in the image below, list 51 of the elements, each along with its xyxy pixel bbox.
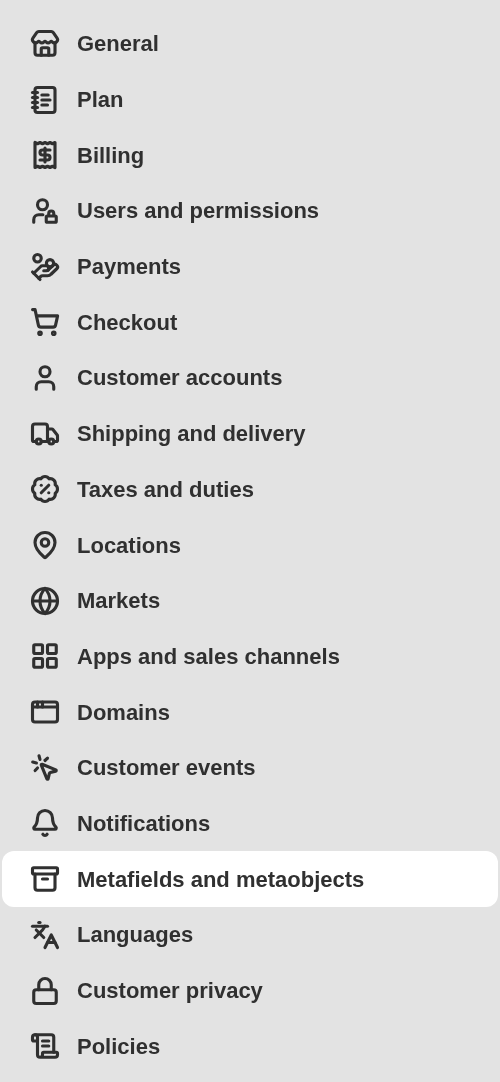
menu-item[interactable]: Customer accounts (2, 350, 498, 406)
menu-label: Markets (77, 587, 161, 616)
menu-label: General (77, 30, 159, 59)
menu-item[interactable]: Payments (2, 238, 498, 295)
cursor-click-icon (30, 752, 60, 783)
menu-item[interactable]: Domains (2, 684, 498, 740)
menu-label: Domains (77, 698, 170, 727)
menu-label: Metafields and metaobjects (77, 865, 365, 894)
menu-item[interactable]: Markets (2, 572, 498, 629)
translate-icon (30, 919, 60, 950)
scroll-icon (30, 1031, 60, 1062)
menu-label: Billing (77, 141, 145, 170)
menu-label: Customer accounts (77, 364, 283, 393)
menu-item[interactable]: Users and permissions (2, 183, 498, 239)
box-icon (30, 864, 60, 895)
menu-item[interactable]: Notifications (2, 795, 498, 852)
menu-label: Customer privacy (77, 977, 263, 1006)
notebook-icon (30, 84, 60, 115)
menu-item[interactable]: Apps and sales channels (2, 628, 498, 685)
lock-icon (30, 975, 60, 1006)
menu-item[interactable]: Plan (2, 71, 498, 128)
menu-label: Checkout (77, 308, 178, 337)
menu-label: Apps and sales channels (77, 642, 340, 671)
menu-item[interactable]: Checkout (2, 294, 498, 351)
menu-item[interactable]: Locations (2, 517, 498, 573)
receipt-icon (30, 140, 60, 171)
store-icon (30, 28, 60, 59)
menu-label: Shipping and delivery (77, 420, 306, 449)
menu-label: Customer events (77, 754, 256, 783)
menu-item[interactable]: Billing (2, 127, 498, 184)
menu-label: Payments (77, 253, 181, 282)
menu-item[interactable]: Policies (2, 1018, 498, 1075)
menu-label: Notifications (77, 809, 211, 838)
cart-icon (30, 307, 60, 338)
menu-item[interactable]: Metafields and metaobjects (2, 851, 498, 907)
menu-label: Plan (77, 86, 124, 115)
menu-label: Taxes and duties (77, 475, 254, 504)
menu-item[interactable]: Customer privacy (2, 962, 498, 1019)
menu-label: Policies (77, 1032, 161, 1061)
menu-label: Locations (77, 531, 181, 560)
menu-item[interactable]: Languages (2, 907, 498, 963)
menu-item[interactable]: General (2, 16, 498, 72)
menu-item[interactable]: Customer events (2, 739, 498, 796)
menu-label: Users and permissions (77, 197, 320, 226)
bell-icon (30, 808, 60, 839)
map-pin-icon (30, 530, 60, 561)
apps-grid-icon (30, 641, 60, 672)
user-lock-icon (30, 195, 60, 226)
menu-label: Languages (77, 921, 194, 950)
menu-item[interactable]: Shipping and delivery (2, 405, 498, 462)
menu-item[interactable]: Taxes and duties (2, 461, 498, 518)
